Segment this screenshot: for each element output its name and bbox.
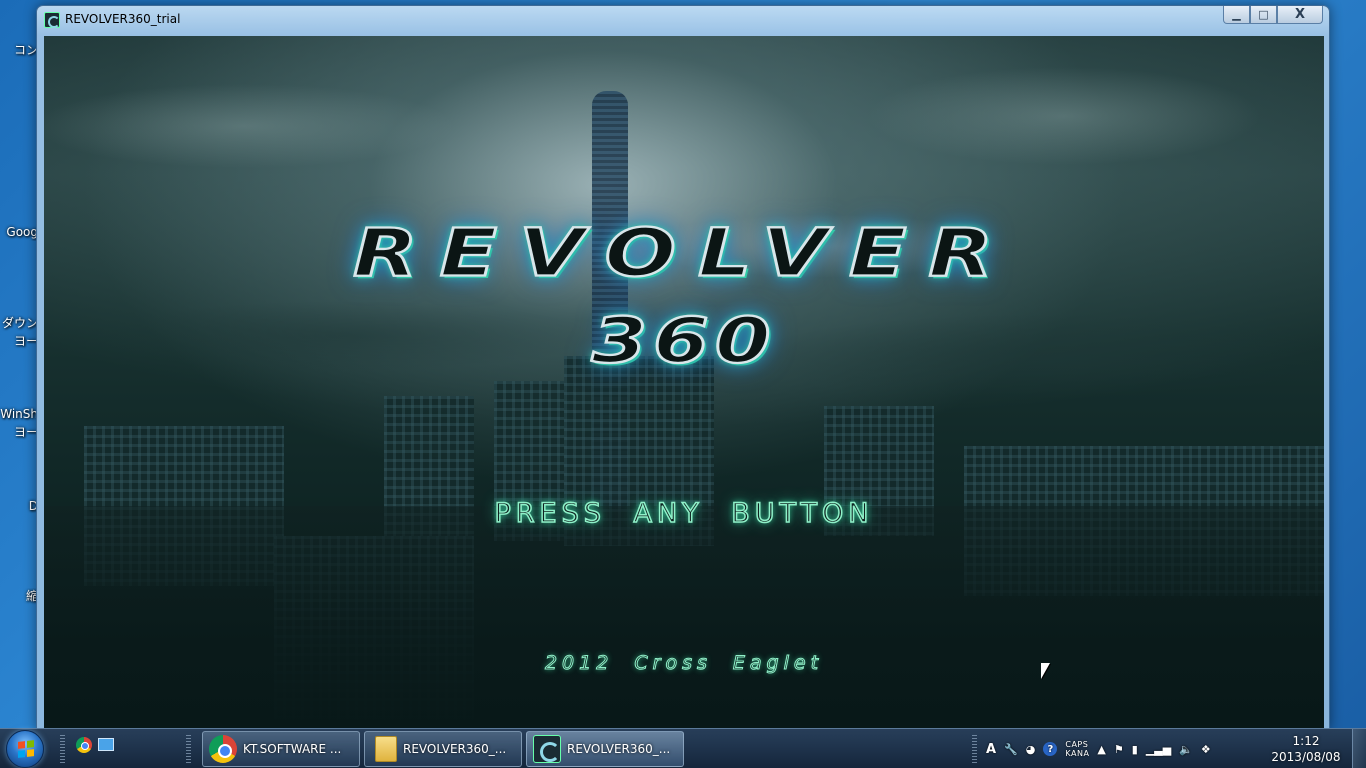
power-icon[interactable]: ▮ [1132, 743, 1138, 756]
taskbar-grip[interactable] [60, 735, 65, 763]
game-logo-title: REVOLVER [351, 214, 1016, 293]
folder-icon [375, 736, 397, 762]
desktop-icon-d[interactable]: D [0, 498, 38, 515]
desktop-icon-winshot[interactable]: WinSh [0, 406, 38, 423]
game-title-screen[interactable]: REVOLVER 360 PRESS ANY BUTTON 2012 Cross… [44, 36, 1324, 729]
chrome-icon [209, 735, 237, 763]
clock-date: 2013/08/08 [1271, 750, 1341, 764]
kana-label: KANA [1065, 749, 1090, 758]
system-tray: A 🔧 ◕ ? CAPS KANA ▲ ⚑ ▮ ▁▃▅ 🔈 ❖ [986, 729, 1219, 768]
dropbox-icon[interactable]: ❖ [1201, 743, 1211, 756]
action-center-flag-icon[interactable]: ⚑ [1114, 743, 1124, 756]
copyright-text: 2012 Cross Eaglet [544, 652, 824, 675]
caps-label: CAPS [1065, 740, 1089, 749]
taskbar-button-label: KT.SOFTWARE ... [243, 742, 342, 756]
game-logo-number: 360 [590, 303, 777, 378]
network-signal-icon[interactable]: ▁▃▅ [1146, 743, 1171, 756]
show-desktop-button[interactable] [1352, 729, 1366, 768]
desktop-icon-download[interactable]: ダウン [0, 315, 38, 332]
revolver-app-icon [533, 735, 561, 763]
ime-mode-icon[interactable]: A [986, 742, 996, 757]
desktop-icon-download-line2: ヨー [13, 334, 38, 348]
wrench-icon[interactable]: 🔧 [1004, 743, 1018, 756]
ime-pad-icon[interactable]: ◕ [1026, 743, 1036, 756]
help-icon[interactable]: ? [1043, 742, 1058, 756]
taskbar-grip[interactable] [972, 735, 977, 763]
game-window: REVOLVER360_trial ▁ □ X REVOLVER 360 PRE… [36, 5, 1330, 730]
maximize-button[interactable]: □ [1250, 6, 1277, 24]
taskbar-button-label: REVOLVER360_... [567, 742, 671, 756]
taskbar: KT.SOFTWARE ... REVOLVER360_... REVOLVER… [0, 728, 1366, 768]
rooftop [44, 506, 1324, 729]
press-any-button-prompt: PRESS ANY BUTTON [494, 497, 874, 530]
revolver-app-icon[interactable] [44, 12, 60, 28]
desktop-icon-shrink[interactable]: 縮 [0, 588, 38, 605]
system-clock[interactable]: 1:12 2013/08/08 [1268, 733, 1344, 765]
start-button[interactable] [6, 730, 44, 768]
desktop-icon-winshot-line2: ヨー [13, 425, 38, 439]
show-desktop-quicklaunch-icon[interactable] [98, 738, 114, 751]
show-hidden-icons-button[interactable]: ▲ [1097, 743, 1105, 756]
taskbar-grip[interactable] [186, 735, 191, 763]
chrome-quicklaunch-icon[interactable] [76, 737, 92, 753]
caption-buttons: ▁ □ X [1223, 6, 1323, 24]
clock-time: 1:12 [1292, 734, 1320, 748]
desktop-icon-google[interactable]: Goog [0, 224, 38, 241]
window-title: REVOLVER360_trial [65, 12, 181, 26]
volume-icon[interactable]: 🔈 [1179, 743, 1193, 756]
taskbar-button-label: REVOLVER360_... [403, 742, 507, 756]
minimize-button[interactable]: ▁ [1223, 6, 1250, 24]
caps-kana-indicator[interactable]: CAPS KANA [1065, 740, 1089, 758]
taskbar-button-chrome[interactable]: KT.SOFTWARE ... [202, 731, 360, 767]
taskbar-button-revolver[interactable]: REVOLVER360_... [526, 731, 684, 767]
taskbar-button-folder[interactable]: REVOLVER360_... [364, 731, 522, 767]
close-button[interactable]: X [1277, 6, 1323, 24]
mouse-cursor-icon [1041, 663, 1050, 679]
title-bar[interactable]: REVOLVER360_trial ▁ □ X [37, 6, 1329, 36]
desktop-icon-computer[interactable]: コン [0, 42, 38, 59]
